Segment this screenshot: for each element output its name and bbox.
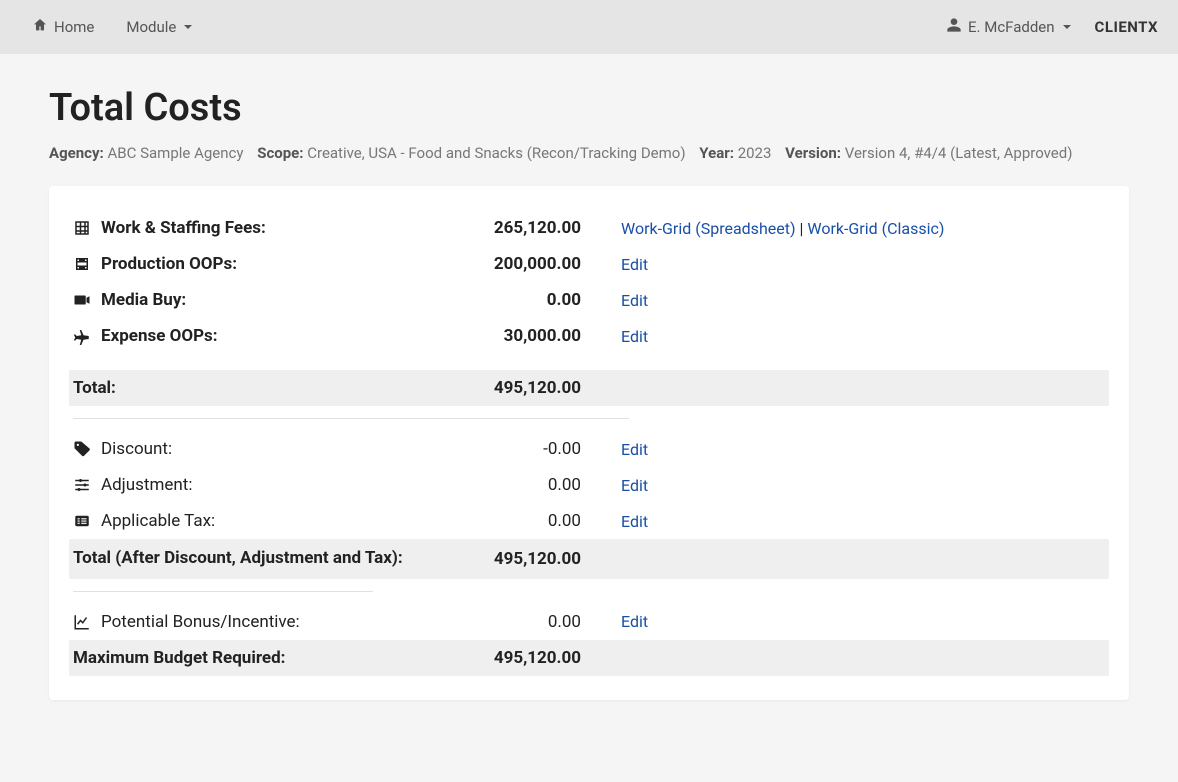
- media-buy-label: Media Buy:: [101, 290, 421, 310]
- potential-bonus-edit-link[interactable]: Edit: [621, 612, 648, 631]
- total-value: 495,120.00: [421, 378, 621, 398]
- expense-oops-edit-link[interactable]: Edit: [621, 327, 648, 346]
- meta-version-value: Version 4, #4/4 (Latest, Approved): [845, 144, 1073, 162]
- meta-scope-value: Creative, USA - Food and Snacks (Recon/T…: [307, 144, 685, 162]
- adjustment-edit-link[interactable]: Edit: [621, 476, 648, 495]
- nav-module[interactable]: Module: [114, 10, 204, 44]
- row-total: Total: 495,120.00: [69, 370, 1109, 406]
- production-oops-edit-link[interactable]: Edit: [621, 255, 648, 274]
- applicable-tax-edit-link[interactable]: Edit: [621, 512, 648, 531]
- expense-oops-value: 30,000.00: [421, 326, 621, 346]
- row-production-oops: Production OOPs: 200,000.00 Edit: [73, 246, 1105, 282]
- production-oops-value: 200,000.00: [421, 254, 621, 274]
- row-work-staffing: Work & Staffing Fees: 265,120.00 Work-Gr…: [73, 210, 1105, 246]
- nav-home[interactable]: Home: [20, 9, 106, 45]
- film-icon: [73, 255, 101, 273]
- discount-edit-link[interactable]: Edit: [621, 440, 648, 459]
- meta-agency-label: Agency:: [49, 144, 104, 162]
- adjustment-label: Adjustment:: [101, 475, 421, 495]
- costs-card: Work & Staffing Fees: 265,120.00 Work-Gr…: [49, 186, 1129, 700]
- grid-icon: [73, 219, 101, 237]
- discount-label: Discount:: [101, 439, 421, 459]
- work-grid-classic-link[interactable]: Work-Grid (Classic): [807, 219, 944, 238]
- total-after-label: Total (After Discount, Adjustment and Ta…: [73, 547, 421, 571]
- user-icon: [946, 17, 962, 37]
- nav-module-label: Module: [126, 18, 176, 36]
- max-budget-label: Maximum Budget Required:: [73, 648, 421, 668]
- work-staffing-label: Work & Staffing Fees:: [101, 218, 421, 238]
- meta-year-label: Year:: [699, 144, 734, 162]
- meta-year-value: 2023: [738, 144, 772, 162]
- row-total-after: Total (After Discount, Adjustment and Ta…: [69, 539, 1109, 579]
- nav-brand: CLIENTX: [1095, 18, 1158, 36]
- nav-user[interactable]: E. McFadden: [946, 17, 1071, 37]
- production-oops-label: Production OOPs:: [101, 254, 421, 274]
- divider: [73, 591, 373, 592]
- home-icon: [32, 17, 48, 37]
- work-staffing-value: 265,120.00: [421, 218, 621, 238]
- chevron-down-icon: [1063, 25, 1071, 29]
- total-label: Total:: [73, 378, 421, 398]
- max-budget-value: 495,120.00: [421, 648, 621, 668]
- tag-icon: [73, 440, 101, 458]
- row-adjustment: Adjustment: 0.00 Edit: [73, 467, 1105, 503]
- row-applicable-tax: Applicable Tax: 0.00 Edit: [73, 503, 1105, 539]
- main-container: Total Costs Agency: ABC Sample Agency Sc…: [29, 54, 1149, 732]
- chart-line-icon: [73, 613, 101, 631]
- meta-agency-value: ABC Sample Agency: [107, 144, 243, 162]
- video-icon: [73, 291, 101, 309]
- navbar-right: E. McFadden CLIENTX: [946, 17, 1158, 37]
- nav-home-label: Home: [54, 18, 94, 36]
- discount-value: -0.00: [421, 439, 621, 459]
- work-staffing-actions: Work-Grid (Spreadsheet) | Work-Grid (Cla…: [621, 219, 1105, 238]
- row-media-buy: Media Buy: 0.00 Edit: [73, 282, 1105, 318]
- meta-version-label: Version:: [785, 144, 841, 162]
- adjustment-value: 0.00: [421, 475, 621, 495]
- row-max-budget: Maximum Budget Required: 495,120.00: [69, 640, 1109, 676]
- page-title: Total Costs: [49, 86, 1129, 130]
- list-icon: [73, 512, 101, 530]
- applicable-tax-value: 0.00: [421, 511, 621, 531]
- row-potential-bonus: Potential Bonus/Incentive: 0.00 Edit: [73, 604, 1105, 640]
- row-expense-oops: Expense OOPs: 30,000.00 Edit: [73, 318, 1105, 354]
- expense-oops-label: Expense OOPs:: [101, 326, 421, 346]
- meta-scope-label: Scope:: [257, 144, 303, 162]
- row-discount: Discount: -0.00 Edit: [73, 431, 1105, 467]
- chevron-down-icon: [184, 25, 192, 29]
- nav-user-label: E. McFadden: [968, 18, 1055, 36]
- potential-bonus-label: Potential Bonus/Incentive:: [101, 612, 421, 632]
- potential-bonus-value: 0.00: [421, 612, 621, 632]
- navbar: Home Module E. McFadden CLIENTX: [0, 0, 1178, 54]
- media-buy-value: 0.00: [421, 290, 621, 310]
- divider: [73, 418, 629, 419]
- navbar-left: Home Module: [20, 9, 204, 45]
- meta-line: Agency: ABC Sample Agency Scope: Creativ…: [49, 144, 1129, 162]
- sliders-icon: [73, 476, 101, 494]
- work-grid-spreadsheet-link[interactable]: Work-Grid (Spreadsheet): [621, 219, 796, 238]
- media-buy-edit-link[interactable]: Edit: [621, 291, 648, 310]
- total-after-value: 495,120.00: [421, 549, 621, 569]
- plane-icon: [73, 327, 101, 345]
- applicable-tax-label: Applicable Tax:: [101, 511, 421, 531]
